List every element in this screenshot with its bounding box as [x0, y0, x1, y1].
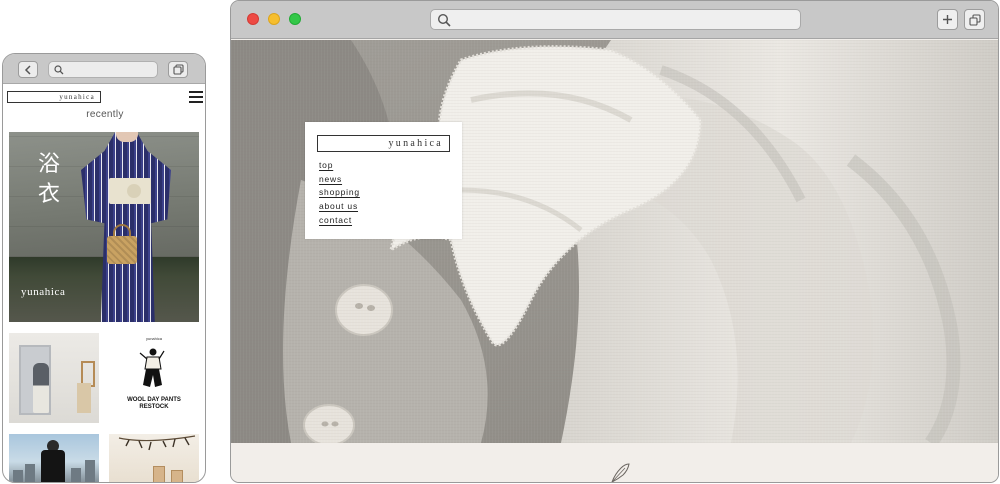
minimize-window-button[interactable] [268, 13, 280, 25]
maximize-window-button[interactable] [289, 13, 301, 25]
show-tabs-button[interactable] [964, 9, 985, 30]
close-window-button[interactable] [247, 13, 259, 25]
back-button[interactable] [18, 61, 38, 78]
mobile-address-bar[interactable] [48, 61, 158, 78]
hero-kanji-2: 衣 [37, 182, 60, 207]
desktop-address-bar[interactable] [430, 9, 801, 30]
nav-link-contact[interactable]: contact [319, 214, 360, 228]
linen-shirt-hero-image: yunahica top news shopping about us cont… [231, 40, 998, 443]
back-icon [24, 64, 31, 75]
jumping-figure-illustration [139, 348, 165, 387]
mobile-logo-text: yunahica [59, 93, 95, 101]
desktop-footer [231, 443, 998, 482]
mobile-browser-mockup: yunahica recently 浴 衣 yunahica yunahica … [2, 53, 206, 483]
desktop-logo-text: yunahica [388, 138, 443, 149]
promo-caption-line1: WOOL DAY PANTS [127, 397, 181, 403]
desktop-site-logo[interactable]: yunahica [317, 135, 450, 152]
promo-brand: yunahica [145, 336, 162, 341]
post-thumbnail-model[interactable] [9, 333, 99, 423]
nav-link-shopping[interactable]: shopping [319, 186, 360, 200]
site-navigation-card: yunahica top news shopping about us cont… [305, 122, 462, 239]
hero-brand-text: yunahica [21, 286, 66, 298]
mobile-tabs-button[interactable] [168, 61, 188, 78]
mobile-toolbar [3, 54, 205, 84]
post-thumbnail-city[interactable] [9, 434, 99, 482]
post-thumbnail-still-life[interactable] [109, 434, 199, 482]
main-nav: top news shopping about us contact [319, 159, 360, 228]
promo-caption-line2: RESTOCK [139, 404, 169, 410]
copy-tabs-icon [968, 13, 981, 26]
branch-illustration [118, 435, 196, 451]
hamburger-menu-icon[interactable] [189, 91, 203, 103]
desktop-toolbar [231, 1, 998, 39]
tabs-icon [172, 64, 184, 75]
promo-caption: WOOL DAY PANTS RESTOCK [109, 397, 199, 411]
hero-yukata-image[interactable]: 浴 衣 yunahica [9, 132, 199, 322]
nav-link-about-us[interactable]: about us [319, 200, 360, 214]
new-tab-button[interactable] [937, 9, 958, 30]
search-icon [437, 13, 451, 27]
hero-kanji: 浴 衣 [37, 150, 61, 210]
nav-link-top[interactable]: top [319, 159, 360, 173]
desktop-browser-mockup: yunahica top news shopping about us cont… [230, 0, 999, 483]
plus-icon [943, 15, 952, 24]
nav-link-news[interactable]: news [319, 173, 360, 187]
post-thumbnail-wool-pants[interactable]: yunahica WOOL DAY PANTS RESTOCK [109, 333, 199, 423]
section-title: recently [86, 109, 124, 120]
search-icon [54, 65, 64, 75]
feather-icon [611, 463, 630, 482]
mobile-site-logo[interactable]: yunahica [7, 91, 101, 103]
hero-kanji-1: 浴 [37, 152, 60, 177]
